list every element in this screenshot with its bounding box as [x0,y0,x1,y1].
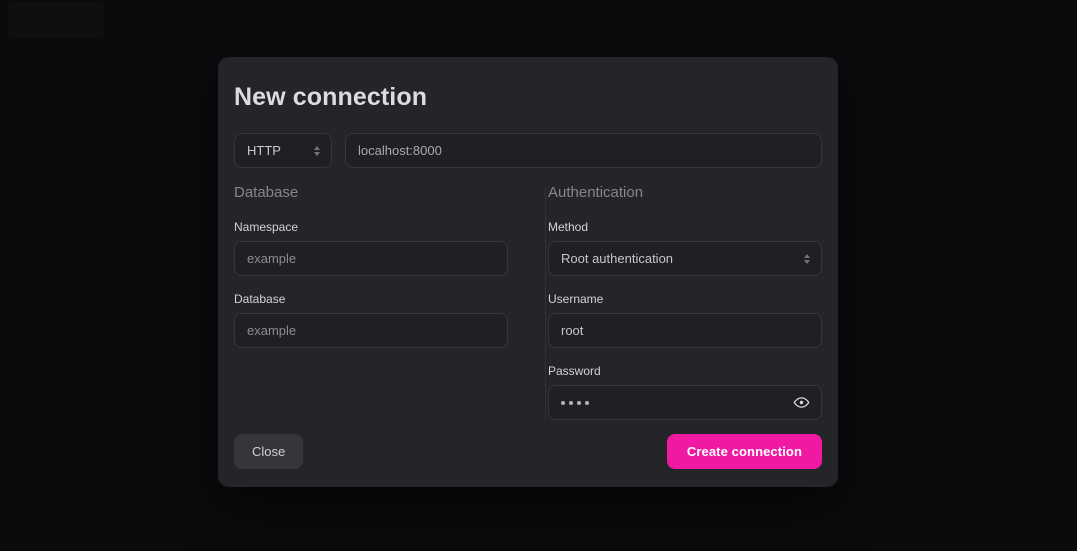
method-label: Method [548,220,589,234]
dialog-footer: Close Create connection [234,434,822,469]
password-label: Password [548,364,601,378]
chevron-updown-icon [312,143,322,159]
authentication-section: Authentication Method Root authenticatio… [548,184,822,420]
connection-endpoint-row: HTTP localhost:8000 [234,133,822,168]
create-connection-button[interactable]: Create connection [666,434,822,469]
endpoint-input-value: localhost:8000 [358,143,442,158]
new-connection-dialog: New connection HTTP localhost:8000 Datab… [218,57,838,487]
database-section: Database Namespace example Database exam… [234,184,508,348]
database-label: Database [234,292,286,306]
protocol-select-value: HTTP [247,143,281,158]
endpoint-input[interactable]: localhost:8000 [345,133,822,168]
method-select-value: Root authentication [561,251,674,266]
password-input[interactable] [548,385,822,420]
chevron-updown-icon [802,251,812,267]
username-input[interactable]: root [548,313,822,348]
username-label: Username [548,292,604,306]
database-section-heading: Database [234,184,299,201]
database-input[interactable]: example [234,313,508,348]
eye-icon[interactable] [792,394,810,412]
password-masked-value [561,386,589,419]
database-field-group: Database example [234,292,508,348]
screen: New connection HTTP localhost:8000 Datab… [0,0,1077,551]
authentication-section-heading: Authentication [548,184,644,201]
method-select[interactable]: Root authentication [548,241,822,276]
namespace-input[interactable]: example [234,241,508,276]
dialog-body: Database Namespace example Database exam… [234,184,822,422]
namespace-field-group: Namespace example [234,220,508,276]
protocol-select[interactable]: HTTP [234,133,332,168]
method-field-group: Method Root authentication [548,220,822,276]
password-field-group: Password [548,364,822,420]
close-button[interactable]: Close [234,434,304,469]
username-input-value: root [561,323,584,338]
username-field-group: Username root [548,292,822,348]
namespace-input-value: example [247,251,297,266]
column-divider [545,188,546,422]
background-artifact [8,2,104,38]
namespace-label: Namespace [234,220,299,234]
database-input-value: example [247,323,297,338]
dialog-title: New connection [234,83,428,111]
